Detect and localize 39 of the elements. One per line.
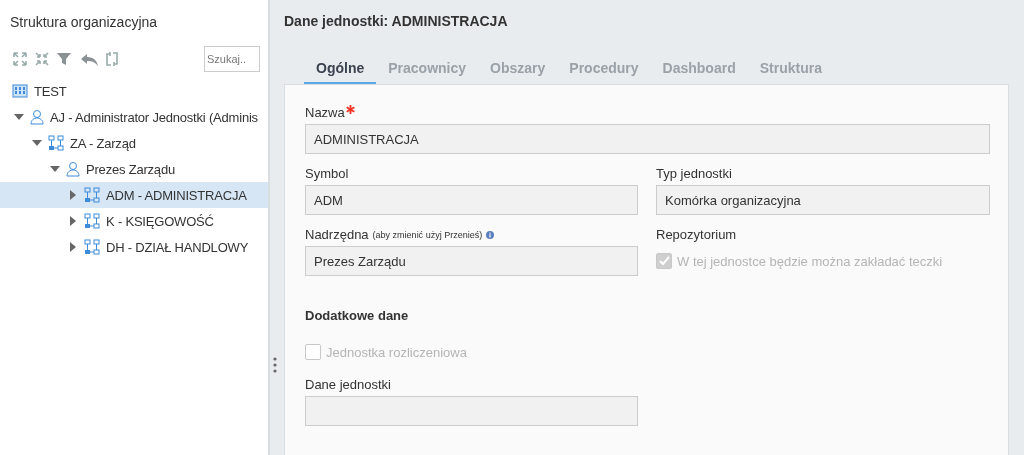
org-chart-icon bbox=[84, 213, 100, 229]
splitter-handle-icon[interactable] bbox=[273, 356, 277, 374]
building-icon bbox=[12, 84, 28, 98]
tree-item[interactable]: AJ - Administrator Jednostki (Adminis bbox=[0, 104, 268, 130]
symbol-field[interactable]: ADM bbox=[305, 185, 638, 215]
filter-icon[interactable] bbox=[56, 51, 72, 67]
person-icon bbox=[66, 161, 80, 177]
collapse-caret-icon[interactable] bbox=[48, 166, 62, 172]
field-hint: (aby zmienić użyj Przenieś) bbox=[372, 229, 483, 240]
name-field[interactable]: ADMINISTRACJA bbox=[305, 124, 990, 154]
parent-field[interactable]: Prezes Zarządu bbox=[305, 246, 638, 276]
collapse-caret-icon[interactable] bbox=[12, 114, 26, 120]
panel-title: Struktura organizacyjna bbox=[9, 13, 159, 32]
field-label: Typ jednostki bbox=[656, 166, 732, 181]
collapse-icon[interactable] bbox=[34, 51, 50, 67]
unit-type-field[interactable]: Komórka organizacyjna bbox=[656, 185, 990, 215]
field-label: Symbol bbox=[305, 166, 349, 181]
tree-item[interactable]: TEST bbox=[0, 78, 268, 104]
tree-item[interactable]: Prezes Zarządu bbox=[0, 156, 268, 182]
field-label: Nazwa bbox=[305, 105, 355, 120]
org-chart-icon bbox=[84, 239, 100, 255]
tree-item[interactable]: K - KSIĘGOWOŚĆ bbox=[0, 208, 268, 234]
tree-item[interactable]: ZA - Zarząd bbox=[0, 130, 268, 156]
person-icon bbox=[30, 109, 44, 125]
field-label: Repozytorium bbox=[656, 227, 737, 242]
collapse-caret-icon[interactable] bbox=[30, 140, 44, 146]
expand-icon[interactable] bbox=[12, 51, 28, 67]
info-icon[interactable] bbox=[486, 230, 495, 239]
page-title: Dane jednostki: ADMINISTRACJA bbox=[284, 13, 509, 29]
field-label: Nadrzędna bbox=[305, 227, 369, 242]
search-field[interactable]: Szukaj.. bbox=[204, 46, 260, 72]
field-label: Dane jednostki bbox=[305, 377, 391, 392]
selected-tree-item[interactable]: ADM - ADMINISTRACJA bbox=[0, 182, 268, 208]
unit-data-field[interactable] bbox=[305, 396, 638, 426]
org-chart-icon bbox=[48, 135, 64, 151]
tree-item[interactable]: DH - DZIAŁ HANDLOWY bbox=[0, 234, 268, 260]
section-title: Dodatkowe dane bbox=[305, 308, 410, 323]
org-chart-icon bbox=[84, 187, 100, 203]
check-icon bbox=[658, 256, 670, 266]
